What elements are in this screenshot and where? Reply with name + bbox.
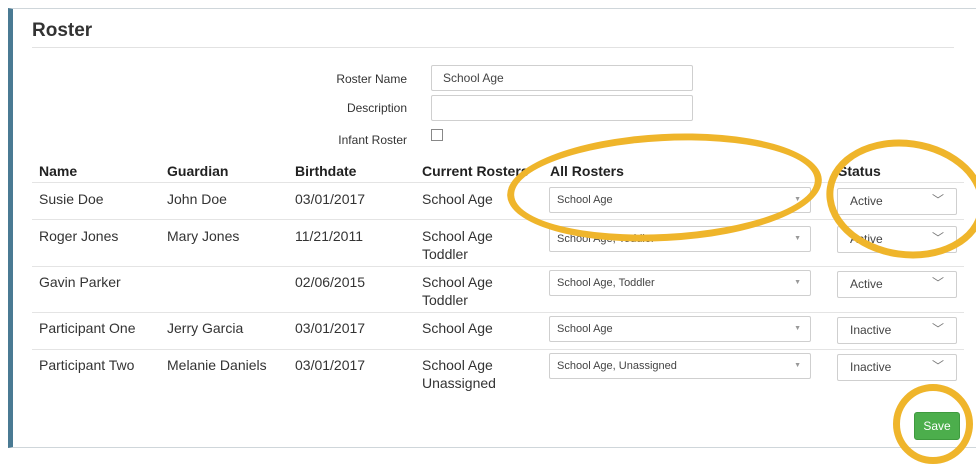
row-divider xyxy=(32,349,964,350)
status-select[interactable]: Inactive ﹀ xyxy=(837,317,957,344)
infant-roster-label: Infant Roster xyxy=(338,133,407,147)
cell-birthdate: 11/21/2011 xyxy=(295,228,363,244)
cell-current-roster: School Age xyxy=(422,274,493,290)
roster-name-label: Roster Name xyxy=(336,72,407,86)
row-divider xyxy=(32,182,964,183)
all-rosters-value: School Age, Toddler xyxy=(557,277,655,289)
status-select[interactable]: Inactive ﹀ xyxy=(837,354,957,381)
row-divider xyxy=(32,312,964,313)
cell-guardian: Mary Jones xyxy=(167,228,240,244)
caret-down-icon: ▼ xyxy=(794,325,801,332)
row-divider xyxy=(32,266,964,267)
col-header-name[interactable]: Name xyxy=(39,163,77,179)
cell-name: Roger Jones xyxy=(39,228,119,244)
cell-birthdate: 02/06/2015 xyxy=(295,274,366,290)
cell-birthdate: 03/01/2017 xyxy=(295,357,366,373)
all-rosters-value: School Age, Unassigned xyxy=(557,360,677,372)
all-rosters-value: School Age xyxy=(557,323,613,335)
cell-name: Participant Two xyxy=(39,357,135,373)
cell-name: Susie Doe xyxy=(39,191,104,207)
status-select[interactable]: Active ﹀ xyxy=(837,271,957,298)
title-divider xyxy=(32,47,954,48)
chevron-down-icon: ﹀ xyxy=(931,276,944,290)
caret-down-icon: ▼ xyxy=(794,362,801,369)
all-rosters-select[interactable]: School Age, Unassigned ▼ xyxy=(549,353,811,379)
all-rosters-select[interactable]: School Age, Toddler ▼ xyxy=(549,270,811,296)
cell-name: Participant One xyxy=(39,320,136,336)
cell-guardian: John Doe xyxy=(167,191,227,207)
all-rosters-select[interactable]: School Age ▼ xyxy=(549,316,811,342)
page-title: Roster xyxy=(32,20,93,41)
roster-name-input[interactable]: School Age xyxy=(431,65,693,91)
cell-current-roster: Toddler xyxy=(422,246,468,262)
status-value: Inactive xyxy=(850,323,892,337)
caret-down-icon: ▼ xyxy=(794,235,801,242)
cell-birthdate: 03/01/2017 xyxy=(295,320,366,336)
cell-birthdate: 03/01/2017 xyxy=(295,191,366,207)
cell-guardian: Jerry Garcia xyxy=(167,320,244,336)
cell-current-roster: Unassigned xyxy=(422,375,496,391)
cell-current-roster: Toddler xyxy=(422,292,468,308)
cell-current-roster: School Age xyxy=(422,228,493,244)
cell-current-roster: School Age xyxy=(422,357,493,373)
col-header-guardian[interactable]: Guardian xyxy=(167,163,228,179)
chevron-down-icon: ﹀ xyxy=(931,359,944,373)
chevron-down-icon: ﹀ xyxy=(931,322,944,336)
col-header-birthdate[interactable]: Birthdate xyxy=(295,163,356,179)
cell-current-roster: School Age xyxy=(422,320,493,336)
infant-roster-checkbox[interactable] xyxy=(431,129,443,141)
cell-name: Gavin Parker xyxy=(39,274,121,290)
cell-current-roster: School Age xyxy=(422,191,493,207)
description-label: Description xyxy=(346,101,407,115)
status-value: Active xyxy=(850,277,883,291)
cell-guardian: Melanie Daniels xyxy=(167,357,267,373)
caret-down-icon: ▼ xyxy=(794,279,801,286)
highlight-circle-save xyxy=(893,384,973,464)
status-value: Inactive xyxy=(850,360,892,374)
row-divider xyxy=(32,219,964,220)
col-header-current-rosters[interactable]: Current Rosters xyxy=(422,163,529,179)
description-input[interactable] xyxy=(431,95,693,121)
